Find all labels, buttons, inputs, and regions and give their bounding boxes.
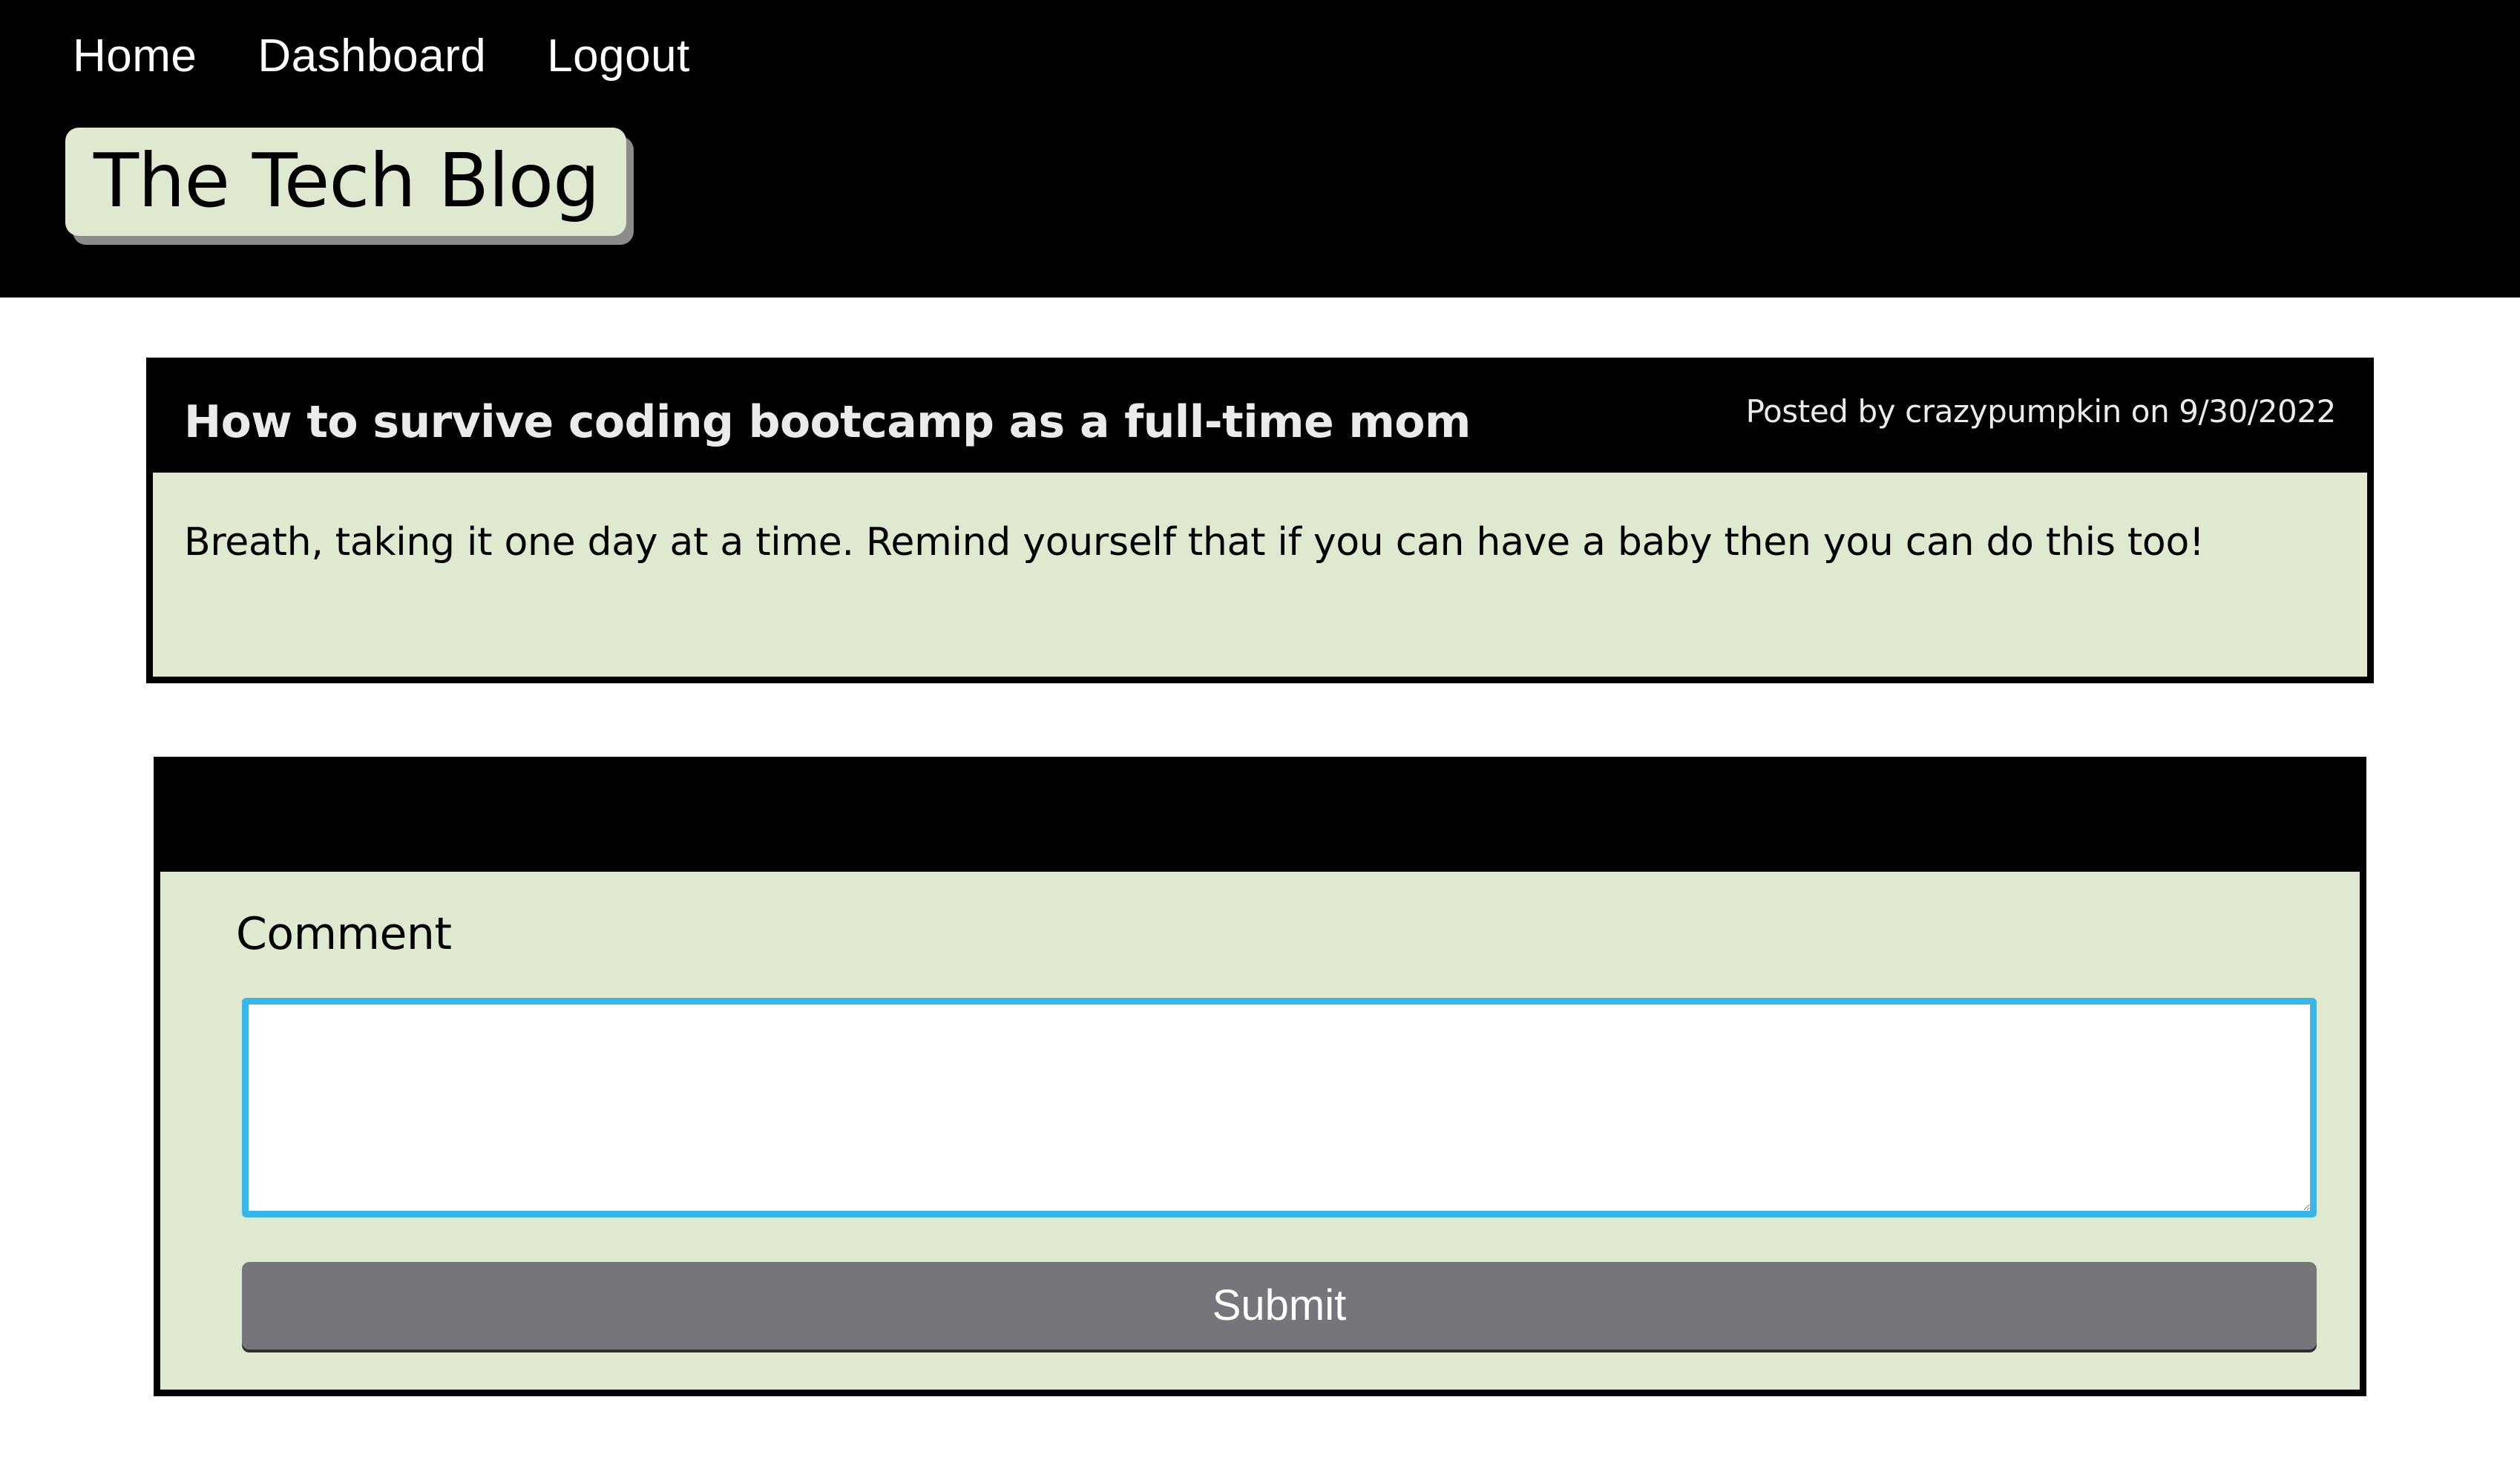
nav-home-link[interactable]: Home	[73, 27, 197, 86]
post-meta: Posted by crazypumpkin on 9/30/2022	[1745, 393, 2337, 430]
submit-button[interactable]: Submit	[242, 1262, 2317, 1350]
comment-header	[160, 763, 2360, 872]
post-card: How to survive coding bootcamp as a full…	[146, 358, 2374, 683]
post-header: How to survive coding bootcamp as a full…	[153, 364, 2367, 473]
site-title: The Tech Blog	[93, 137, 600, 224]
site-header: Home Dashboard Logout The Tech Blog	[0, 0, 2520, 298]
comment-label: Comment	[236, 908, 452, 960]
top-nav: Home Dashboard Logout	[73, 27, 690, 86]
comment-card: Comment Submit	[154, 757, 2366, 1396]
nav-dashboard-link[interactable]: Dashboard	[257, 27, 486, 86]
brand-wrap: The Tech Blog	[65, 128, 626, 236]
post-title: How to survive coding bootcamp as a full…	[184, 396, 1471, 448]
post-body: Breath, taking it one day at a time. Rem…	[184, 520, 2205, 565]
nav-logout-link[interactable]: Logout	[547, 27, 690, 86]
brand-badge: The Tech Blog	[65, 128, 626, 236]
comment-textarea[interactable]	[242, 998, 2317, 1217]
